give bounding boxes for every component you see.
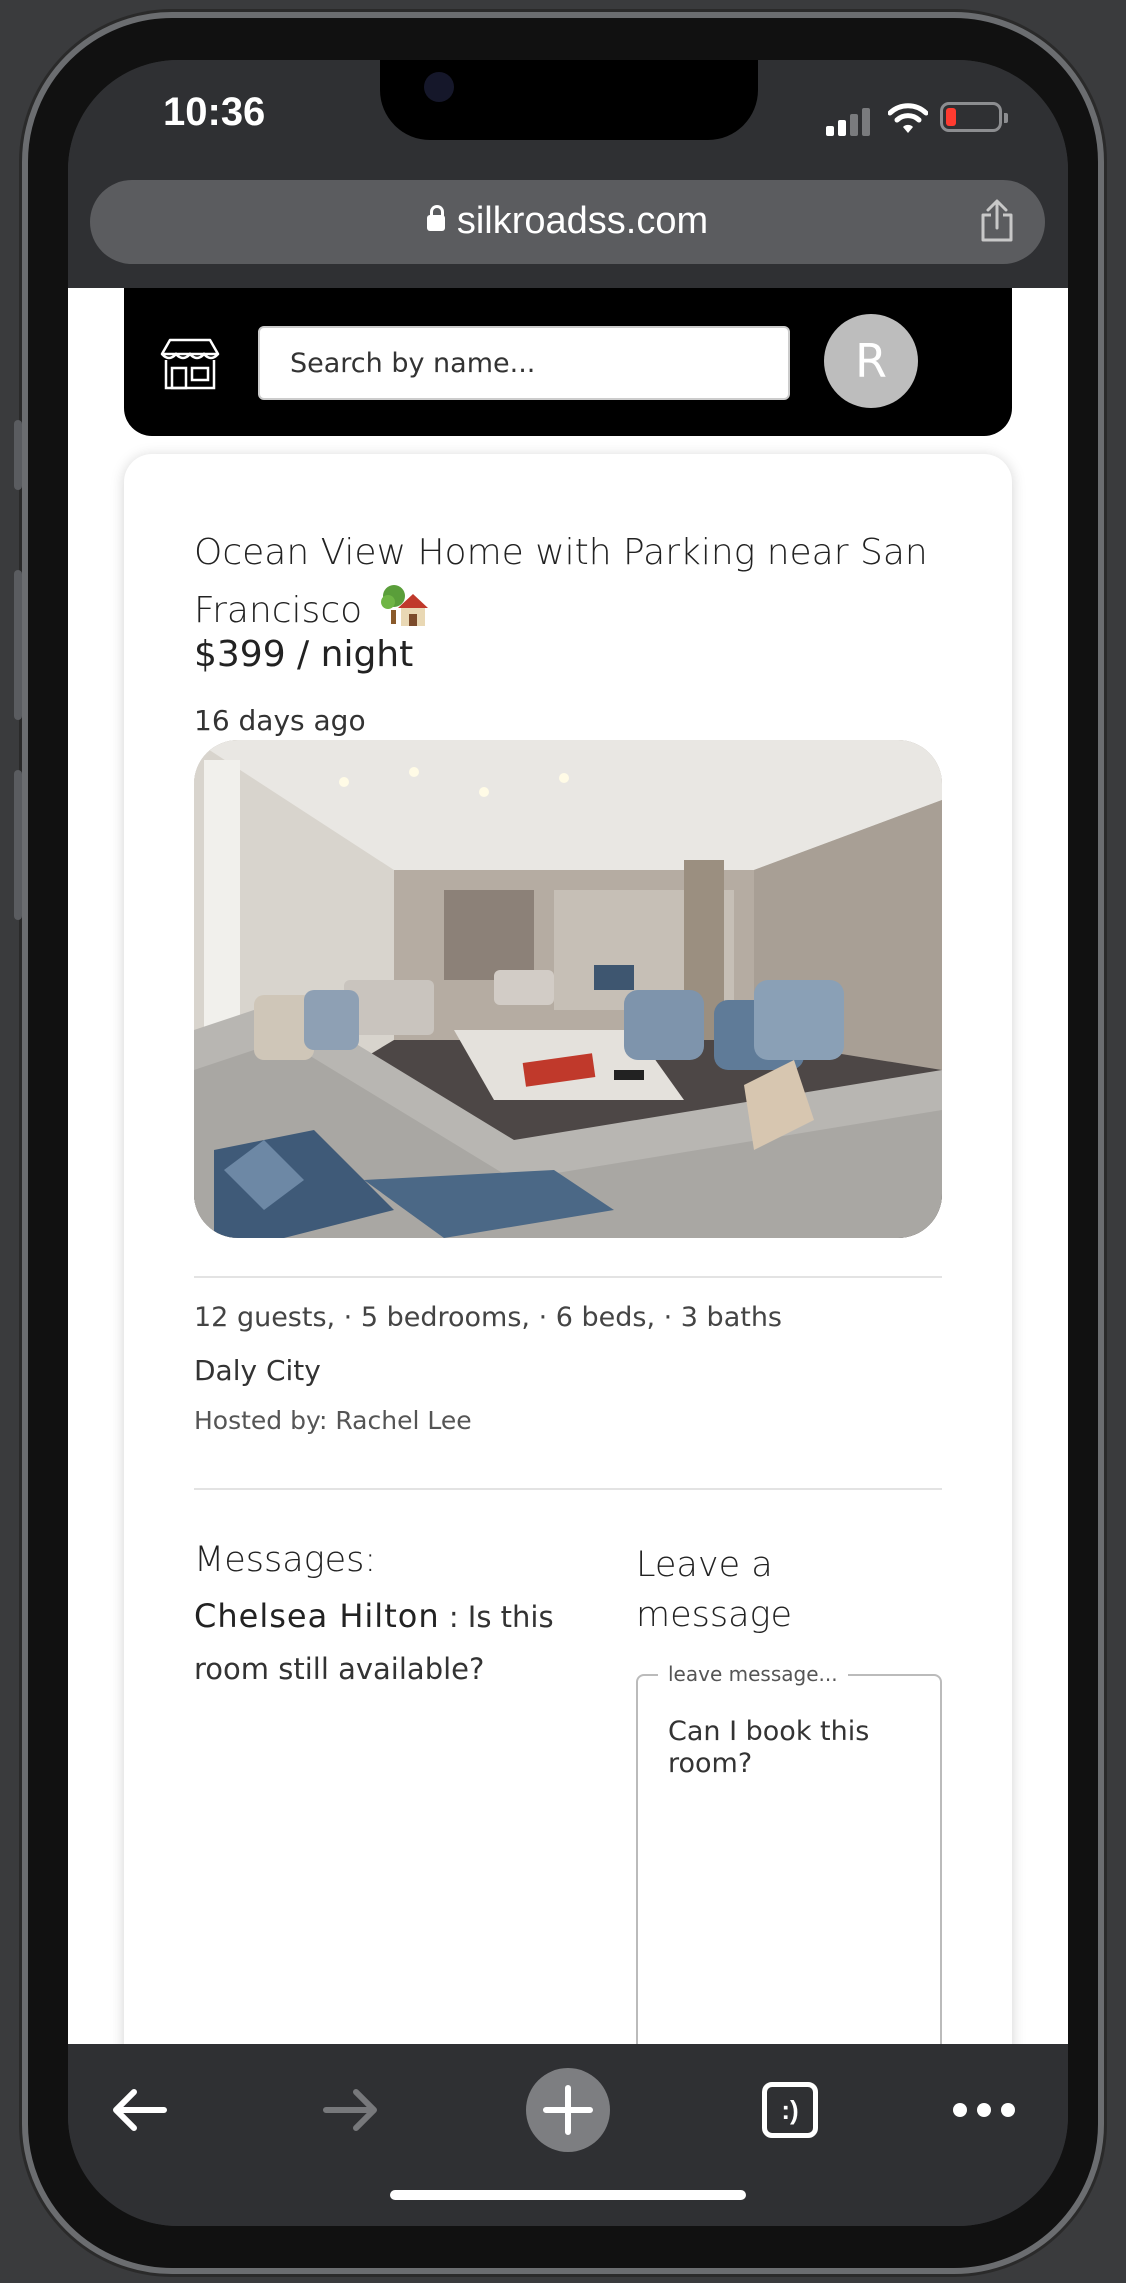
message-author: Chelsea Hilton	[194, 1597, 440, 1635]
web-page: R Ocean View Home with Parking near San …	[68, 288, 1068, 2044]
living-room-image	[194, 740, 942, 1238]
listing-title-text: Ocean View Home with Parking near San Fr…	[194, 532, 928, 631]
home-indicator[interactable]	[390, 2190, 746, 2200]
wifi-icon	[888, 103, 928, 133]
forward-arrow-icon[interactable]	[308, 2068, 392, 2152]
url-display[interactable]: silkroadss.com	[90, 200, 1045, 243]
battery-icon	[940, 102, 1008, 132]
message-textarea[interactable]: Can I book this room?	[668, 1716, 918, 2044]
cellular-signal-icon	[826, 108, 874, 136]
volume-down-button	[14, 770, 22, 920]
back-arrow-icon[interactable]	[98, 2068, 182, 2152]
divider	[194, 1488, 942, 1490]
message-field-label: leave message...	[658, 1662, 848, 1686]
message-field: leave message... Can I book this room?	[636, 1662, 942, 2044]
mute-switch	[14, 420, 22, 490]
listing-host: Hosted by: Rachel Lee	[194, 1406, 472, 1435]
listing-posted-time: 16 days ago	[194, 704, 366, 737]
front-camera	[424, 72, 454, 102]
storefront-icon[interactable]	[160, 338, 220, 390]
listing-title: Ocean View Home with Parking near San Fr…	[194, 524, 954, 640]
url-text: silkroadss.com	[456, 200, 709, 242]
lock-icon	[426, 205, 445, 231]
share-icon[interactable]	[977, 198, 1017, 244]
listing-card: Ocean View Home with Parking near San Fr…	[124, 454, 1012, 2044]
search-input[interactable]	[258, 326, 790, 400]
address-bar[interactable]: silkroadss.com	[90, 180, 1045, 264]
listing-photo[interactable]	[194, 740, 942, 1238]
tabs-button[interactable]: :)	[748, 2068, 832, 2152]
site-header: R	[124, 288, 1012, 436]
more-menu-icon[interactable]	[942, 2068, 1026, 2152]
listing-city: Daly City	[194, 1354, 321, 1387]
messages-heading: Messages:	[194, 1540, 377, 1580]
phone-screen: 10:36 silkroadss.com Search by name... R…	[68, 60, 1068, 2226]
user-avatar[interactable]: R	[824, 314, 918, 408]
new-tab-plus-icon[interactable]	[526, 2068, 610, 2152]
divider	[194, 1276, 942, 1278]
volume-up-button	[14, 570, 22, 720]
house-emoji-icon	[380, 585, 428, 626]
leave-message-heading: Leave a message	[636, 1545, 793, 1635]
dynamic-island	[380, 60, 758, 140]
status-time: 10:36	[163, 90, 266, 134]
listing-capacity: 12 guests, · 5 bedrooms, · 6 beds, · 3 b…	[194, 1302, 783, 1333]
listing-price: $399 / night	[194, 634, 414, 675]
status-bar: 10:36	[68, 60, 1068, 180]
message-item: Chelsea Hilton : Is this room still avai…	[194, 1590, 594, 1695]
tabs-icon: :)	[762, 2082, 818, 2138]
